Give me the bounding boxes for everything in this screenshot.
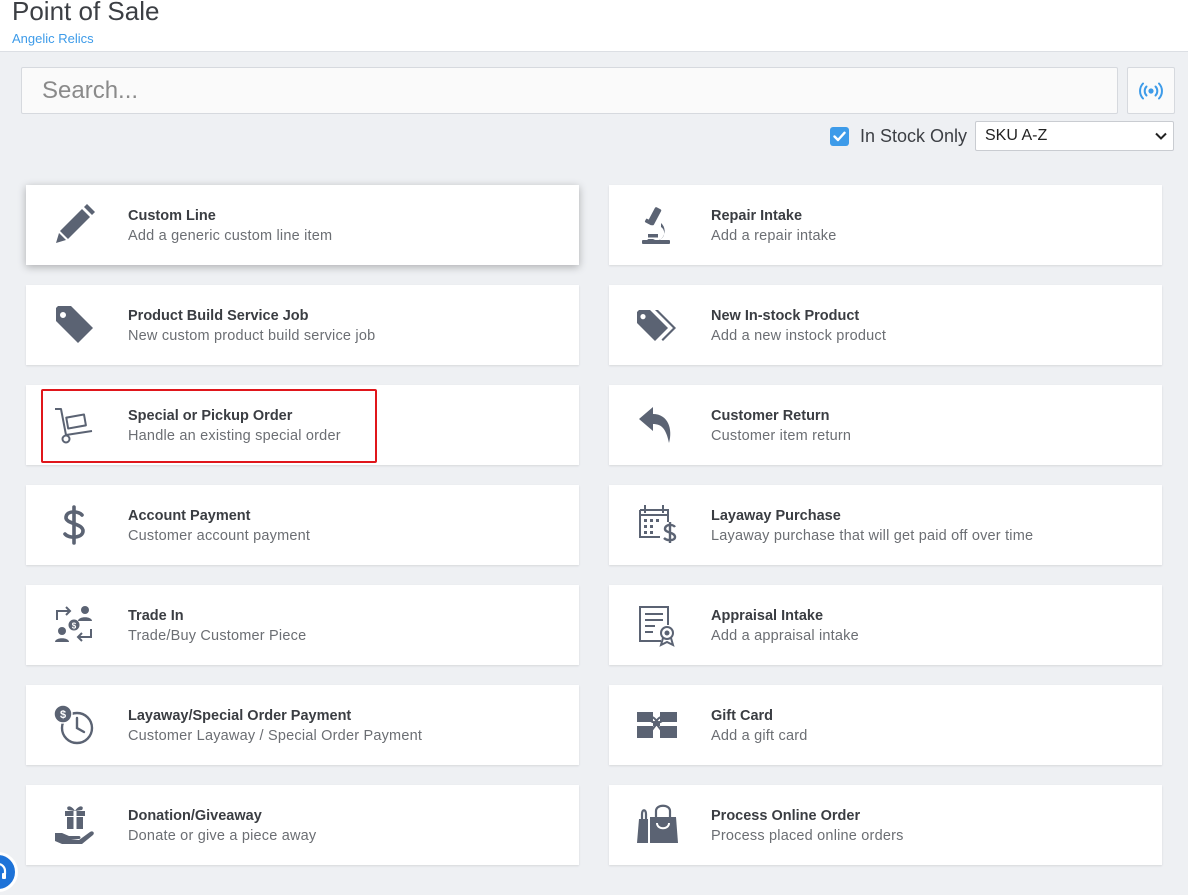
sort-select[interactable]: SKU A-Z	[975, 121, 1174, 151]
card-subtitle: Customer item return	[711, 428, 852, 444]
calendar-dollar-icon	[633, 503, 681, 547]
tag-icon	[50, 303, 98, 347]
store-name-link[interactable]: Angelic Relics	[12, 31, 94, 46]
reply-arrow-icon	[633, 403, 681, 447]
help-chat-button[interactable]	[0, 852, 18, 892]
card-subtitle: Customer Layaway / Special Order Payment	[128, 728, 423, 744]
svg-text:$: $	[60, 709, 66, 721]
chevron-down-icon	[1155, 132, 1167, 140]
card-donation-giveaway[interactable]: Donation/Giveaway Donate or give a piece…	[26, 785, 579, 865]
card-title: Custom Line	[128, 208, 216, 224]
headset-icon	[0, 863, 7, 879]
card-subtitle: Handle an existing special order	[128, 428, 341, 444]
card-subtitle: Add a new instock product	[711, 328, 887, 344]
card-subtitle: Donate or give a piece away	[128, 828, 317, 844]
card-layaway-purchase[interactable]: Layaway Purchase Layaway purchase that w…	[609, 485, 1162, 565]
card-title: Customer Return	[711, 408, 830, 424]
card-process-online-order[interactable]: Process Online Order Process placed onli…	[609, 785, 1162, 865]
card-subtitle: Add a gift card	[711, 728, 808, 744]
tags-icon	[633, 303, 681, 347]
card-custom-line[interactable]: Custom Line Add a generic custom line it…	[26, 185, 579, 265]
card-subtitle: New custom product build service job	[128, 328, 376, 344]
card-product-build-service-job[interactable]: Product Build Service Job New custom pro…	[26, 285, 579, 365]
card-subtitle: Trade/Buy Customer Piece	[128, 628, 307, 644]
card-subtitle: Add a generic custom line item	[128, 228, 333, 244]
card-subtitle: Add a appraisal intake	[711, 628, 859, 644]
card-title: Donation/Giveaway	[128, 808, 262, 824]
hand-truck-icon	[50, 403, 98, 447]
card-account-payment[interactable]: Account Payment Customer account payment	[26, 485, 579, 565]
search-input[interactable]	[21, 67, 1118, 114]
card-customer-return[interactable]: Customer Return Customer item return	[609, 385, 1162, 465]
in-stock-checkbox[interactable]	[829, 126, 849, 146]
card-title: Process Online Order	[711, 808, 861, 824]
sort-select-value: SKU A-Z	[985, 127, 1048, 144]
card-title: Trade In	[128, 608, 184, 624]
rfid-scan-button[interactable]	[1127, 67, 1175, 114]
card-subtitle: Customer account payment	[128, 528, 311, 544]
card-subtitle: Add a repair intake	[711, 228, 837, 244]
card-gift-card[interactable]: Gift Card Add a gift card	[609, 685, 1162, 765]
card-repair-intake[interactable]: Repair Intake Add a repair intake	[609, 185, 1162, 265]
card-title: Gift Card	[711, 708, 774, 724]
microscope-icon	[633, 203, 681, 247]
shopping-bag-icon	[633, 803, 681, 847]
in-stock-label: In Stock Only	[859, 125, 967, 146]
top-header: Point of Sale Angelic Relics	[0, 0, 1188, 52]
gift-card-icon	[633, 703, 681, 747]
page-title: Point of Sale	[12, 0, 160, 26]
pencil-icon	[50, 203, 98, 247]
card-subtitle: Process placed online orders	[711, 828, 904, 844]
card-trade-in[interactable]: $ Trade In Trade/Buy Customer Piece	[26, 585, 579, 665]
svg-text:$: $	[72, 622, 77, 631]
card-title: Repair Intake	[711, 208, 803, 224]
checkmark-icon	[833, 131, 846, 141]
card-title: Appraisal Intake	[711, 608, 824, 624]
filter-row: In Stock Only SKU A-Z	[829, 121, 1174, 151]
card-title: Special or Pickup Order	[128, 408, 293, 424]
card-appraisal-intake[interactable]: Appraisal Intake Add a appraisal intake	[609, 585, 1162, 665]
certificate-icon	[633, 603, 681, 647]
card-new-in-stock-product[interactable]: New In-stock Product Add a new instock p…	[609, 285, 1162, 365]
card-title: Layaway Purchase	[711, 508, 841, 524]
card-special-or-pickup-order[interactable]: Special or Pickup Order Handle an existi…	[26, 385, 579, 465]
card-title: Product Build Service Job	[128, 308, 309, 324]
card-title: New In-stock Product	[711, 308, 860, 324]
dollar-clock-icon: $	[50, 703, 98, 747]
dollar-icon	[50, 503, 98, 547]
trade-exchange-icon: $	[50, 603, 98, 647]
hand-gift-icon	[50, 803, 98, 847]
card-layaway-special-order-payment[interactable]: $ Layaway/Special Order Payment Customer…	[26, 685, 579, 765]
card-title: Account Payment	[128, 508, 251, 524]
card-title: Layaway/Special Order Payment	[128, 708, 352, 724]
broadcast-icon	[1139, 82, 1163, 99]
card-subtitle: Layaway purchase that will get paid off …	[711, 528, 1034, 544]
